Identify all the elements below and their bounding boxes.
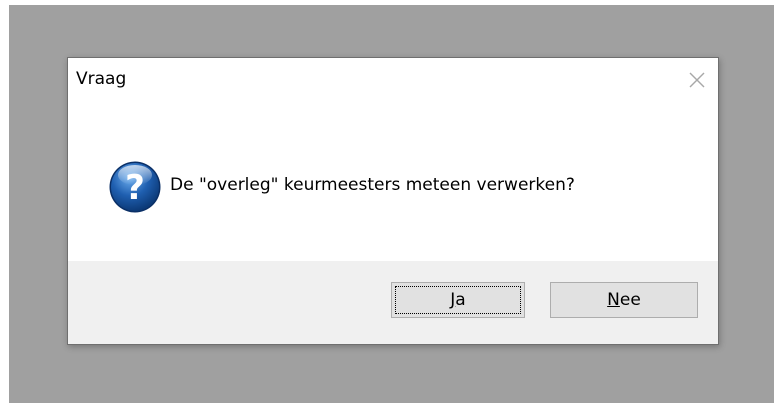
dialog-content: ? De "overleg" keurmeesters meteen verwe…	[68, 102, 718, 261]
dialog-message: De "overleg" keurmeesters meteen verwerk…	[170, 175, 575, 195]
no-accelerator: N	[607, 290, 620, 310]
no-label-rest: ee	[619, 290, 641, 310]
question-icon: ?	[109, 161, 161, 213]
svg-text:?: ?	[125, 168, 145, 208]
yes-button-label: Ja	[450, 290, 465, 310]
dialog-button-bar: Ja Nee	[68, 261, 718, 344]
yes-button[interactable]: Ja	[391, 282, 525, 318]
yes-label-rest: a	[455, 290, 466, 310]
dialog-titlebar[interactable]: Vraag	[68, 58, 718, 102]
no-button-label: Nee	[607, 290, 641, 310]
question-dialog: Vraag ? De "overleg" keurmeesters meteen…	[67, 57, 719, 345]
dialog-title: Vraag	[76, 69, 127, 89]
close-button[interactable]	[684, 67, 710, 93]
no-button[interactable]: Nee	[550, 282, 698, 318]
close-icon	[689, 72, 705, 88]
